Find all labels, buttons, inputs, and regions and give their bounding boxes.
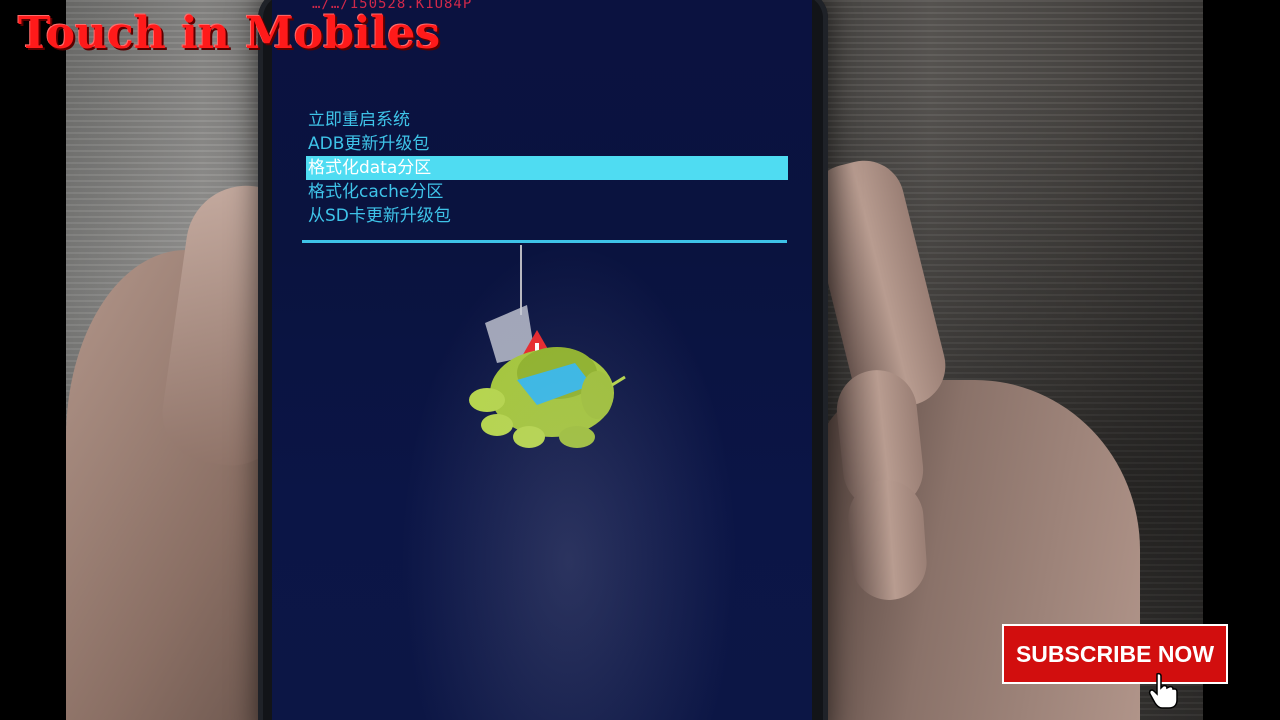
subscribe-button[interactable]: SUBSCRIBE NOW (1002, 624, 1228, 684)
menu-divider (302, 240, 787, 243)
android-error-icon (469, 245, 626, 448)
robot-antenna (611, 375, 626, 387)
menu-item-wipe-cache[interactable]: 格式化cache分区 (306, 180, 786, 204)
menu-item-wipe-data[interactable]: 格式化data分区 (306, 156, 788, 180)
recovery-screen: …/…/150528.K1U84P 立即重启系统 ADB更新升级包 格式化dat… (272, 0, 812, 720)
channel-watermark: Touch in Mobiles (18, 8, 441, 59)
letterbox-right (1203, 0, 1280, 720)
menu-item-reboot[interactable]: 立即重启系统 (306, 108, 786, 132)
video-frame: …/…/150528.K1U84P 立即重启系统 ADB更新升级包 格式化dat… (0, 0, 1280, 720)
menu-item-adb-update[interactable]: ADB更新升级包 (306, 132, 786, 156)
robot-arm (469, 388, 505, 412)
letterbox-left (0, 0, 66, 720)
robot-leg (513, 426, 545, 448)
menu-item-sd-update[interactable]: 从SD卡更新升级包 (306, 204, 786, 228)
robot-arm (581, 371, 613, 419)
robot-leg (559, 426, 595, 448)
recovery-menu: 立即重启系统 ADB更新升级包 格式化data分区 格式化cache分区 从SD… (306, 108, 788, 228)
hand-cursor-icon (1148, 672, 1178, 709)
robot-leg (481, 414, 513, 436)
right-finger (845, 477, 930, 603)
